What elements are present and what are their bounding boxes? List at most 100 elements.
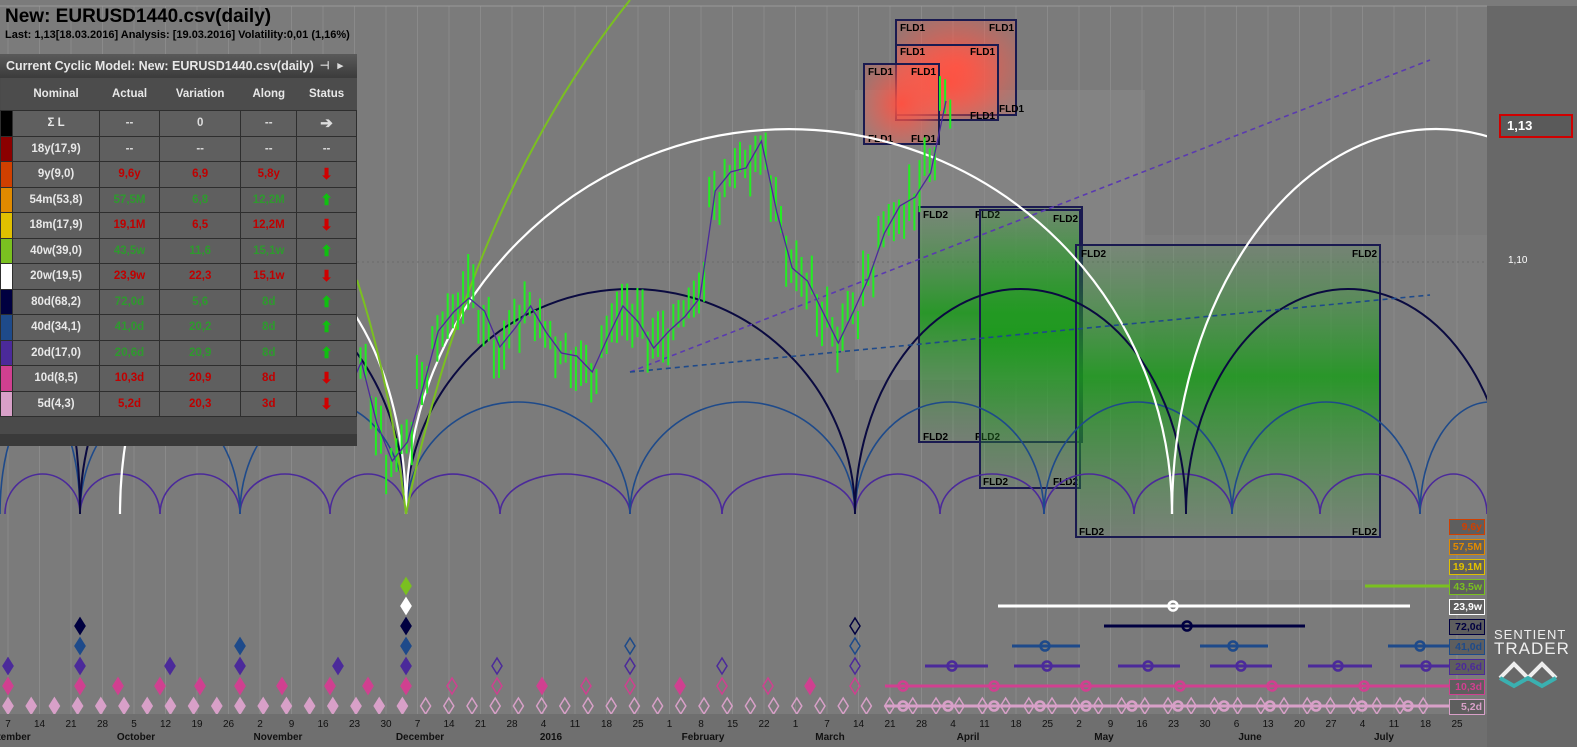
x-tick-label: 9 xyxy=(1108,719,1114,730)
x-axis: 7 14 21 28 5 12 19 26 2 9 16 23 30 7 14 21 28 4 11 18 25 1 8 15… xyxy=(0,714,1487,747)
cycle-variation: 20,9 xyxy=(158,365,242,392)
cycle-variation: -- xyxy=(158,135,242,162)
cycle-nominal: 18y(17,9) xyxy=(11,135,101,162)
column-header[interactable]: Variation xyxy=(159,78,241,111)
status-down-arrow-icon: ⬇ xyxy=(296,212,357,239)
cycle-row[interactable]: Σ L -- 0 -- ➔ xyxy=(0,110,357,137)
cycle-actual: 72,0d xyxy=(99,288,160,315)
cycle-tag: 19,1M xyxy=(1449,559,1485,575)
cycle-row[interactable]: 40w(39,0) 43,5w 11,6 15,1w ⬆ xyxy=(0,237,357,264)
fld-label: FLD1 xyxy=(970,111,995,122)
cycle-chart-window: { "header": { "title": "New: EURUSD1440.… xyxy=(0,0,1577,747)
x-tick-label: 25 xyxy=(1042,719,1054,730)
chart-title: New: EURUSD1440.csv(daily) xyxy=(5,6,272,27)
cycle-variation: 11,6 xyxy=(158,237,242,264)
cycle-nominal: 5d(4,3) xyxy=(11,390,101,417)
x-tick-label: 1 xyxy=(667,719,673,730)
cycle-color-swatch xyxy=(0,314,13,341)
color-column-header xyxy=(0,78,13,111)
cycle-along: 5,8y xyxy=(240,161,298,188)
column-header[interactable]: Actual xyxy=(99,78,160,111)
cycle-variation: 20,3 xyxy=(158,390,242,417)
status-none: -- xyxy=(296,135,357,162)
cycle-variation: 6,8 xyxy=(158,186,242,213)
panel-title: Current Cyclic Model: New: EURUSD1440.cs… xyxy=(6,59,314,73)
cycle-tag: 57,5M xyxy=(1449,539,1485,555)
cycle-row[interactable]: 40d(34,1) 41,0d 20,2 8d ⬆ xyxy=(0,314,357,341)
fld-label: FLD1 xyxy=(999,104,1024,115)
cycle-row[interactable]: 9y(9,0) 9,6y 6,9 5,8y ⬇ xyxy=(0,161,357,188)
cycle-tag: 43,5w xyxy=(1449,579,1485,595)
cycle-nominal: 40w(39,0) xyxy=(11,237,101,264)
collapse-icon[interactable]: ▸ xyxy=(337,60,351,72)
column-header[interactable]: Nominal xyxy=(12,78,100,111)
fld-label: FLD1 xyxy=(868,67,893,78)
fld-label: FLD1 xyxy=(911,67,936,78)
cycle-color-swatch xyxy=(0,135,13,162)
cycle-row[interactable]: 20w(19,5) 23,9w 22,3 15,1w ⬇ xyxy=(0,263,357,290)
x-tick-label: 22 xyxy=(758,719,770,730)
cycle-color-swatch xyxy=(0,288,13,315)
cycle-variation: 6,5 xyxy=(158,212,242,239)
pin-icon[interactable]: ⊣ xyxy=(320,60,338,72)
cycle-row[interactable]: 20d(17,0) 20,6d 20,9 8d ⬆ xyxy=(0,339,357,366)
cycle-nominal: 9y(9,0) xyxy=(11,161,101,188)
chart-header: New: EURUSD1440.csv(daily) Last: 1,13[18… xyxy=(0,0,350,42)
x-month-label: October xyxy=(117,732,155,743)
cycle-tag: 23,9w xyxy=(1449,599,1485,615)
fld-label: FLD2 xyxy=(1053,214,1078,225)
fld-box: FLD2FLD2 FLD2 xyxy=(979,209,1081,489)
cycle-along: 15,1w xyxy=(240,237,298,264)
x-tick-label: 14 xyxy=(443,719,455,730)
cycle-along: 8d xyxy=(240,314,298,341)
cycle-actual: 5,2d xyxy=(99,390,160,417)
panel-buttons[interactable]: ⊣▸ xyxy=(320,54,351,78)
x-tick-label: 18 xyxy=(1010,719,1022,730)
fld-label: FLD2 xyxy=(983,477,1008,488)
cycle-nominal: 18m(17,9) xyxy=(11,212,101,239)
x-tick-label: 7 xyxy=(824,719,830,730)
x-tick-label: 21 xyxy=(65,719,77,730)
cycle-along: 8d xyxy=(240,339,298,366)
status-up-arrow-icon: ⬆ xyxy=(296,186,357,213)
panel-header[interactable]: Current Cyclic Model: New: EURUSD1440.cs… xyxy=(0,54,357,78)
x-tick-label: 16 xyxy=(1136,719,1148,730)
column-header[interactable]: Status xyxy=(296,78,357,111)
cycle-actual: 43,5w xyxy=(99,237,160,264)
status-up-arrow-icon: ⬆ xyxy=(296,237,357,264)
cycle-row[interactable]: 54m(53,8) 57,5M 6,8 12,2M ⬆ xyxy=(0,186,357,213)
x-tick-label: 18 xyxy=(601,719,613,730)
x-tick-label: 4 xyxy=(541,719,547,730)
cycle-row[interactable]: 80d(68,2) 72,0d 5,6 8d ⬆ xyxy=(0,288,357,315)
x-tick-label: 16 xyxy=(317,719,329,730)
cycle-variation: 5,6 xyxy=(158,288,242,315)
x-tick-label: 21 xyxy=(884,719,896,730)
cycle-color-swatch xyxy=(0,186,13,213)
x-tick-label: 11 xyxy=(979,719,990,730)
cycle-color-swatch xyxy=(0,365,13,392)
logo-mark-icon xyxy=(1498,661,1558,689)
cycle-row[interactable]: 5d(4,3) 5,2d 20,3 3d ⬇ xyxy=(0,390,357,417)
x-month-label: December xyxy=(396,732,444,743)
x-month-label: 2016 xyxy=(540,732,563,743)
cycle-along: 12,2M xyxy=(240,186,298,213)
column-header[interactable]: Along xyxy=(240,78,297,111)
x-tick-label: 11 xyxy=(570,719,581,730)
cycle-row[interactable]: 10d(8,5) 10,3d 20,9 8d ⬇ xyxy=(0,365,357,392)
cycle-nominal: 54m(53,8) xyxy=(11,186,101,213)
x-tick-label: 12 xyxy=(160,719,172,730)
cycle-actual: 9,6y xyxy=(99,161,160,188)
cycle-row[interactable]: 18y(17,9) -- -- -- -- xyxy=(0,135,357,162)
status-down-arrow-icon: ⬇ xyxy=(296,365,357,392)
cycle-row[interactable]: 18m(17,9) 19,1M 6,5 12,2M ⬇ xyxy=(0,212,357,239)
x-tick-label: 4 xyxy=(950,719,956,730)
cycle-along: 8d xyxy=(240,288,298,315)
cycle-color-swatch xyxy=(0,212,13,239)
x-tick-label: 14 xyxy=(34,719,46,730)
cycle-nominal: 40d(34,1) xyxy=(11,314,101,341)
cycle-actual: -- xyxy=(99,110,160,137)
x-month-label: June xyxy=(1238,732,1262,743)
cycle-actual: 10,3d xyxy=(99,365,160,392)
cycle-tag: 41,0d xyxy=(1449,639,1485,655)
x-tick-label: 30 xyxy=(380,719,392,730)
